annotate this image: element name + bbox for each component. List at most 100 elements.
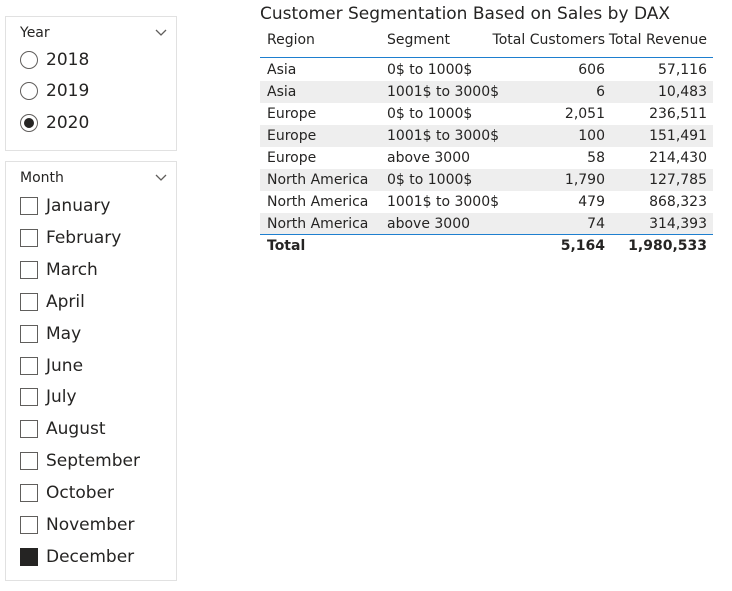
cell-region: Europe bbox=[267, 128, 317, 144]
cell-segment: above 3000 bbox=[387, 216, 471, 232]
cell-segment: 0$ to 1000$ bbox=[387, 172, 473, 188]
month-option-label: November bbox=[46, 515, 135, 535]
cell-segment: 1001$ to 3000$ bbox=[387, 194, 500, 210]
month-slicer-header: Month bbox=[20, 168, 168, 188]
cell-region: Asia bbox=[267, 62, 297, 78]
month-option-september[interactable]: September bbox=[20, 450, 140, 472]
cell-total-revenue: 868,323 bbox=[649, 194, 707, 210]
month-option-august[interactable]: August bbox=[20, 418, 106, 440]
cell-region: Europe bbox=[267, 150, 317, 166]
chevron-down-icon[interactable] bbox=[154, 171, 168, 185]
year-slicer: Year 2018 2019 2020 bbox=[5, 16, 177, 151]
month-option-april[interactable]: April bbox=[20, 291, 85, 313]
cell-region: North America bbox=[267, 216, 369, 232]
checkbox-checked-icon[interactable] bbox=[20, 547, 38, 566]
cell-region: North America bbox=[267, 194, 369, 210]
month-slicer-title: Month bbox=[20, 170, 64, 186]
cell-total-revenue: 57,116 bbox=[658, 62, 707, 78]
cell-total-customers: 1,790 bbox=[564, 172, 605, 188]
table-row[interactable]: Asia 1001$ to 3000$ 6 10,483 bbox=[260, 81, 713, 103]
table-row[interactable]: Europe above 3000 58 214,430 bbox=[260, 147, 713, 169]
month-slicer: Month January February March April May June Ju… bbox=[5, 161, 177, 581]
year-option-2018[interactable]: 2018 bbox=[20, 49, 89, 71]
cell-total-customers: 6 bbox=[596, 84, 605, 100]
cell-region: Asia bbox=[267, 84, 297, 100]
month-option-may[interactable]: May bbox=[20, 323, 81, 345]
radio-icon[interactable] bbox=[20, 51, 38, 69]
month-option-february[interactable]: February bbox=[20, 227, 121, 249]
month-option-january[interactable]: January bbox=[20, 195, 110, 217]
checkbox-icon[interactable] bbox=[20, 452, 38, 471]
cell-segment: 0$ to 1000$ bbox=[387, 62, 473, 78]
month-option-label: August bbox=[46, 419, 106, 440]
table-row[interactable]: Asia 0$ to 1000$ 606 57,116 bbox=[260, 59, 713, 81]
cell-segment: 1001$ to 3000$ bbox=[387, 128, 500, 144]
table-row[interactable]: Europe 0$ to 1000$ 2,051 236,511 bbox=[260, 103, 713, 125]
header-segment[interactable]: Segment bbox=[387, 29, 450, 51]
radio-selected-icon[interactable] bbox=[20, 114, 38, 132]
cell-total-revenue: 127,785 bbox=[649, 172, 707, 188]
cell-region: Europe bbox=[267, 106, 317, 122]
month-option-december[interactable]: December bbox=[20, 546, 134, 568]
cell-total-revenue: 314,393 bbox=[649, 216, 707, 232]
chevron-down-icon[interactable] bbox=[154, 26, 168, 40]
month-option-label: April bbox=[46, 291, 85, 312]
total-customers: 5,164 bbox=[560, 238, 605, 254]
month-option-label: July bbox=[46, 387, 77, 408]
month-option-label: January bbox=[46, 196, 111, 216]
year-option-label: 2020 bbox=[46, 113, 90, 133]
cell-region: North America bbox=[267, 172, 369, 188]
cell-total-revenue: 236,511 bbox=[649, 106, 707, 122]
cell-total-customers: 74 bbox=[587, 216, 605, 232]
month-option-label: March bbox=[46, 259, 98, 280]
cell-segment: 0$ to 1000$ bbox=[387, 106, 473, 122]
checkbox-icon[interactable] bbox=[20, 260, 38, 279]
table-header-row: Region Segment Total Customers Total Rev… bbox=[260, 29, 713, 51]
cell-total-revenue: 10,483 bbox=[658, 84, 707, 100]
month-option-july[interactable]: July bbox=[20, 386, 77, 408]
cell-segment: above 3000 bbox=[387, 150, 471, 166]
month-option-october[interactable]: October bbox=[20, 482, 114, 504]
cell-total-revenue: 214,430 bbox=[649, 150, 707, 166]
year-slicer-header: Year bbox=[20, 23, 168, 43]
total-revenue: 1,980,533 bbox=[628, 238, 707, 254]
table-title: Customer Segmentation Based on Sales by … bbox=[260, 4, 671, 24]
month-option-june[interactable]: June bbox=[20, 355, 83, 377]
checkbox-icon[interactable] bbox=[20, 292, 38, 311]
cell-total-customers: 100 bbox=[578, 128, 605, 144]
checkbox-icon[interactable] bbox=[20, 420, 38, 439]
cell-total-customers: 606 bbox=[578, 62, 605, 78]
header-region[interactable]: Region bbox=[267, 29, 315, 51]
table-row[interactable]: North America 0$ to 1000$ 1,790 127,785 bbox=[260, 169, 713, 191]
header-total-customers[interactable]: Total Customers bbox=[493, 29, 605, 51]
cell-total-customers: 58 bbox=[587, 150, 605, 166]
checkbox-icon[interactable] bbox=[20, 516, 38, 534]
month-option-march[interactable]: March bbox=[20, 259, 98, 281]
checkbox-icon[interactable] bbox=[20, 356, 38, 375]
header-divider bbox=[260, 57, 713, 58]
checkbox-icon[interactable] bbox=[20, 324, 38, 343]
year-option-2020[interactable]: 2020 bbox=[20, 112, 89, 134]
month-option-label: September bbox=[46, 451, 140, 472]
total-label: Total bbox=[267, 238, 306, 254]
month-option-label: October bbox=[46, 483, 115, 504]
year-slicer-title: Year bbox=[20, 25, 50, 41]
header-total-revenue[interactable]: Total Revenue bbox=[609, 29, 707, 51]
month-option-label: June bbox=[46, 355, 84, 376]
table-row[interactable]: Europe 1001$ to 3000$ 100 151,491 bbox=[260, 125, 713, 147]
checkbox-icon[interactable] bbox=[20, 484, 38, 503]
checkbox-icon[interactable] bbox=[20, 388, 38, 407]
month-option-label: February bbox=[46, 227, 122, 248]
radio-icon[interactable] bbox=[20, 82, 38, 100]
month-option-label: December bbox=[46, 546, 135, 567]
cell-segment: 1001$ to 3000$ bbox=[387, 84, 500, 100]
year-option-2019[interactable]: 2019 bbox=[20, 80, 89, 102]
cell-total-customers: 479 bbox=[578, 194, 605, 210]
month-option-november[interactable]: November bbox=[20, 514, 134, 536]
cell-total-customers: 2,051 bbox=[564, 106, 605, 122]
table-row[interactable]: North America above 3000 74 314,393 bbox=[260, 213, 713, 235]
checkbox-icon[interactable] bbox=[20, 197, 38, 215]
table-row[interactable]: North America 1001$ to 3000$ 479 868,323 bbox=[260, 191, 713, 213]
table-total-row: Total 5,164 1,980,533 bbox=[260, 235, 713, 257]
checkbox-icon[interactable] bbox=[20, 228, 38, 247]
